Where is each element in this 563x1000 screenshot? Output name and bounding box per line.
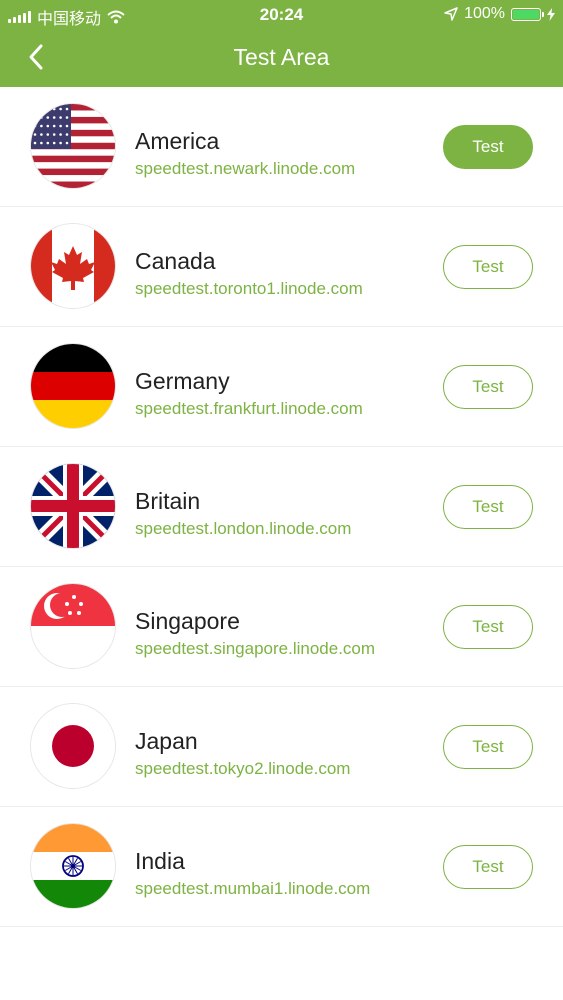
battery-percent: 100% bbox=[464, 5, 505, 22]
country-name: Canada bbox=[135, 248, 216, 274]
us-flag-icon bbox=[31, 104, 115, 188]
test-button[interactable]: Test bbox=[443, 365, 533, 409]
app-header: 中国移动 20:24 100% Test Area bbox=[0, 0, 563, 87]
ca-flag-icon bbox=[31, 224, 115, 308]
location-arrow-icon bbox=[444, 7, 458, 21]
country-name: Japan bbox=[135, 728, 198, 754]
battery-level bbox=[513, 9, 539, 19]
server-host: speedtest.london.linode.com bbox=[135, 519, 352, 538]
server-row-britain[interactable]: Britain speedtest.london.linode.com Test bbox=[0, 447, 563, 567]
server-list: America speedtest.newark.linode.com Test… bbox=[0, 87, 563, 927]
gb-flag-icon bbox=[31, 464, 115, 548]
page-title: Test Area bbox=[233, 44, 330, 70]
server-host: speedtest.tokyo2.linode.com bbox=[135, 759, 351, 778]
charging-bolt-icon bbox=[547, 7, 555, 21]
jp-flag-icon bbox=[31, 704, 115, 788]
server-host: speedtest.frankfurt.linode.com bbox=[135, 399, 363, 418]
server-row-america[interactable]: America speedtest.newark.linode.com Test bbox=[0, 87, 563, 207]
battery-icon bbox=[511, 7, 544, 21]
de-flag-icon bbox=[31, 344, 115, 428]
test-button[interactable]: Test bbox=[443, 125, 533, 169]
test-button[interactable]: Test bbox=[443, 725, 533, 769]
sg-flag-icon bbox=[31, 584, 115, 668]
server-row-japan[interactable]: Japan speedtest.tokyo2.linode.com Test bbox=[0, 687, 563, 807]
server-host: speedtest.newark.linode.com bbox=[135, 159, 356, 178]
test-button[interactable]: Test bbox=[443, 845, 533, 889]
country-name: India bbox=[135, 848, 185, 874]
server-row-india[interactable]: India speedtest.mumbai1.linode.com Test bbox=[0, 807, 563, 927]
test-button[interactable]: Test bbox=[443, 605, 533, 649]
server-row-singapore[interactable]: Singapore speedtest.singapore.linode.com… bbox=[0, 567, 563, 687]
server-row-canada[interactable]: Canada speedtest.toronto1.linode.com Tes… bbox=[0, 207, 563, 327]
in-flag-icon bbox=[31, 824, 115, 908]
country-name: America bbox=[135, 128, 220, 154]
server-host: speedtest.mumbai1.linode.com bbox=[135, 879, 371, 898]
server-host: speedtest.singapore.linode.com bbox=[135, 639, 376, 658]
country-name: Singapore bbox=[135, 608, 240, 634]
country-name: Germany bbox=[135, 368, 230, 394]
status-right: 100% bbox=[444, 5, 555, 23]
server-row-germany[interactable]: Germany speedtest.frankfurt.linode.com T… bbox=[0, 327, 563, 447]
status-bar: 中国移动 20:24 100% bbox=[0, 0, 563, 30]
server-host: speedtest.toronto1.linode.com bbox=[135, 279, 363, 298]
test-button[interactable]: Test bbox=[443, 245, 533, 289]
country-name: Britain bbox=[135, 488, 201, 514]
test-button[interactable]: Test bbox=[443, 485, 533, 529]
navigation-bar: Test Area bbox=[0, 30, 563, 87]
